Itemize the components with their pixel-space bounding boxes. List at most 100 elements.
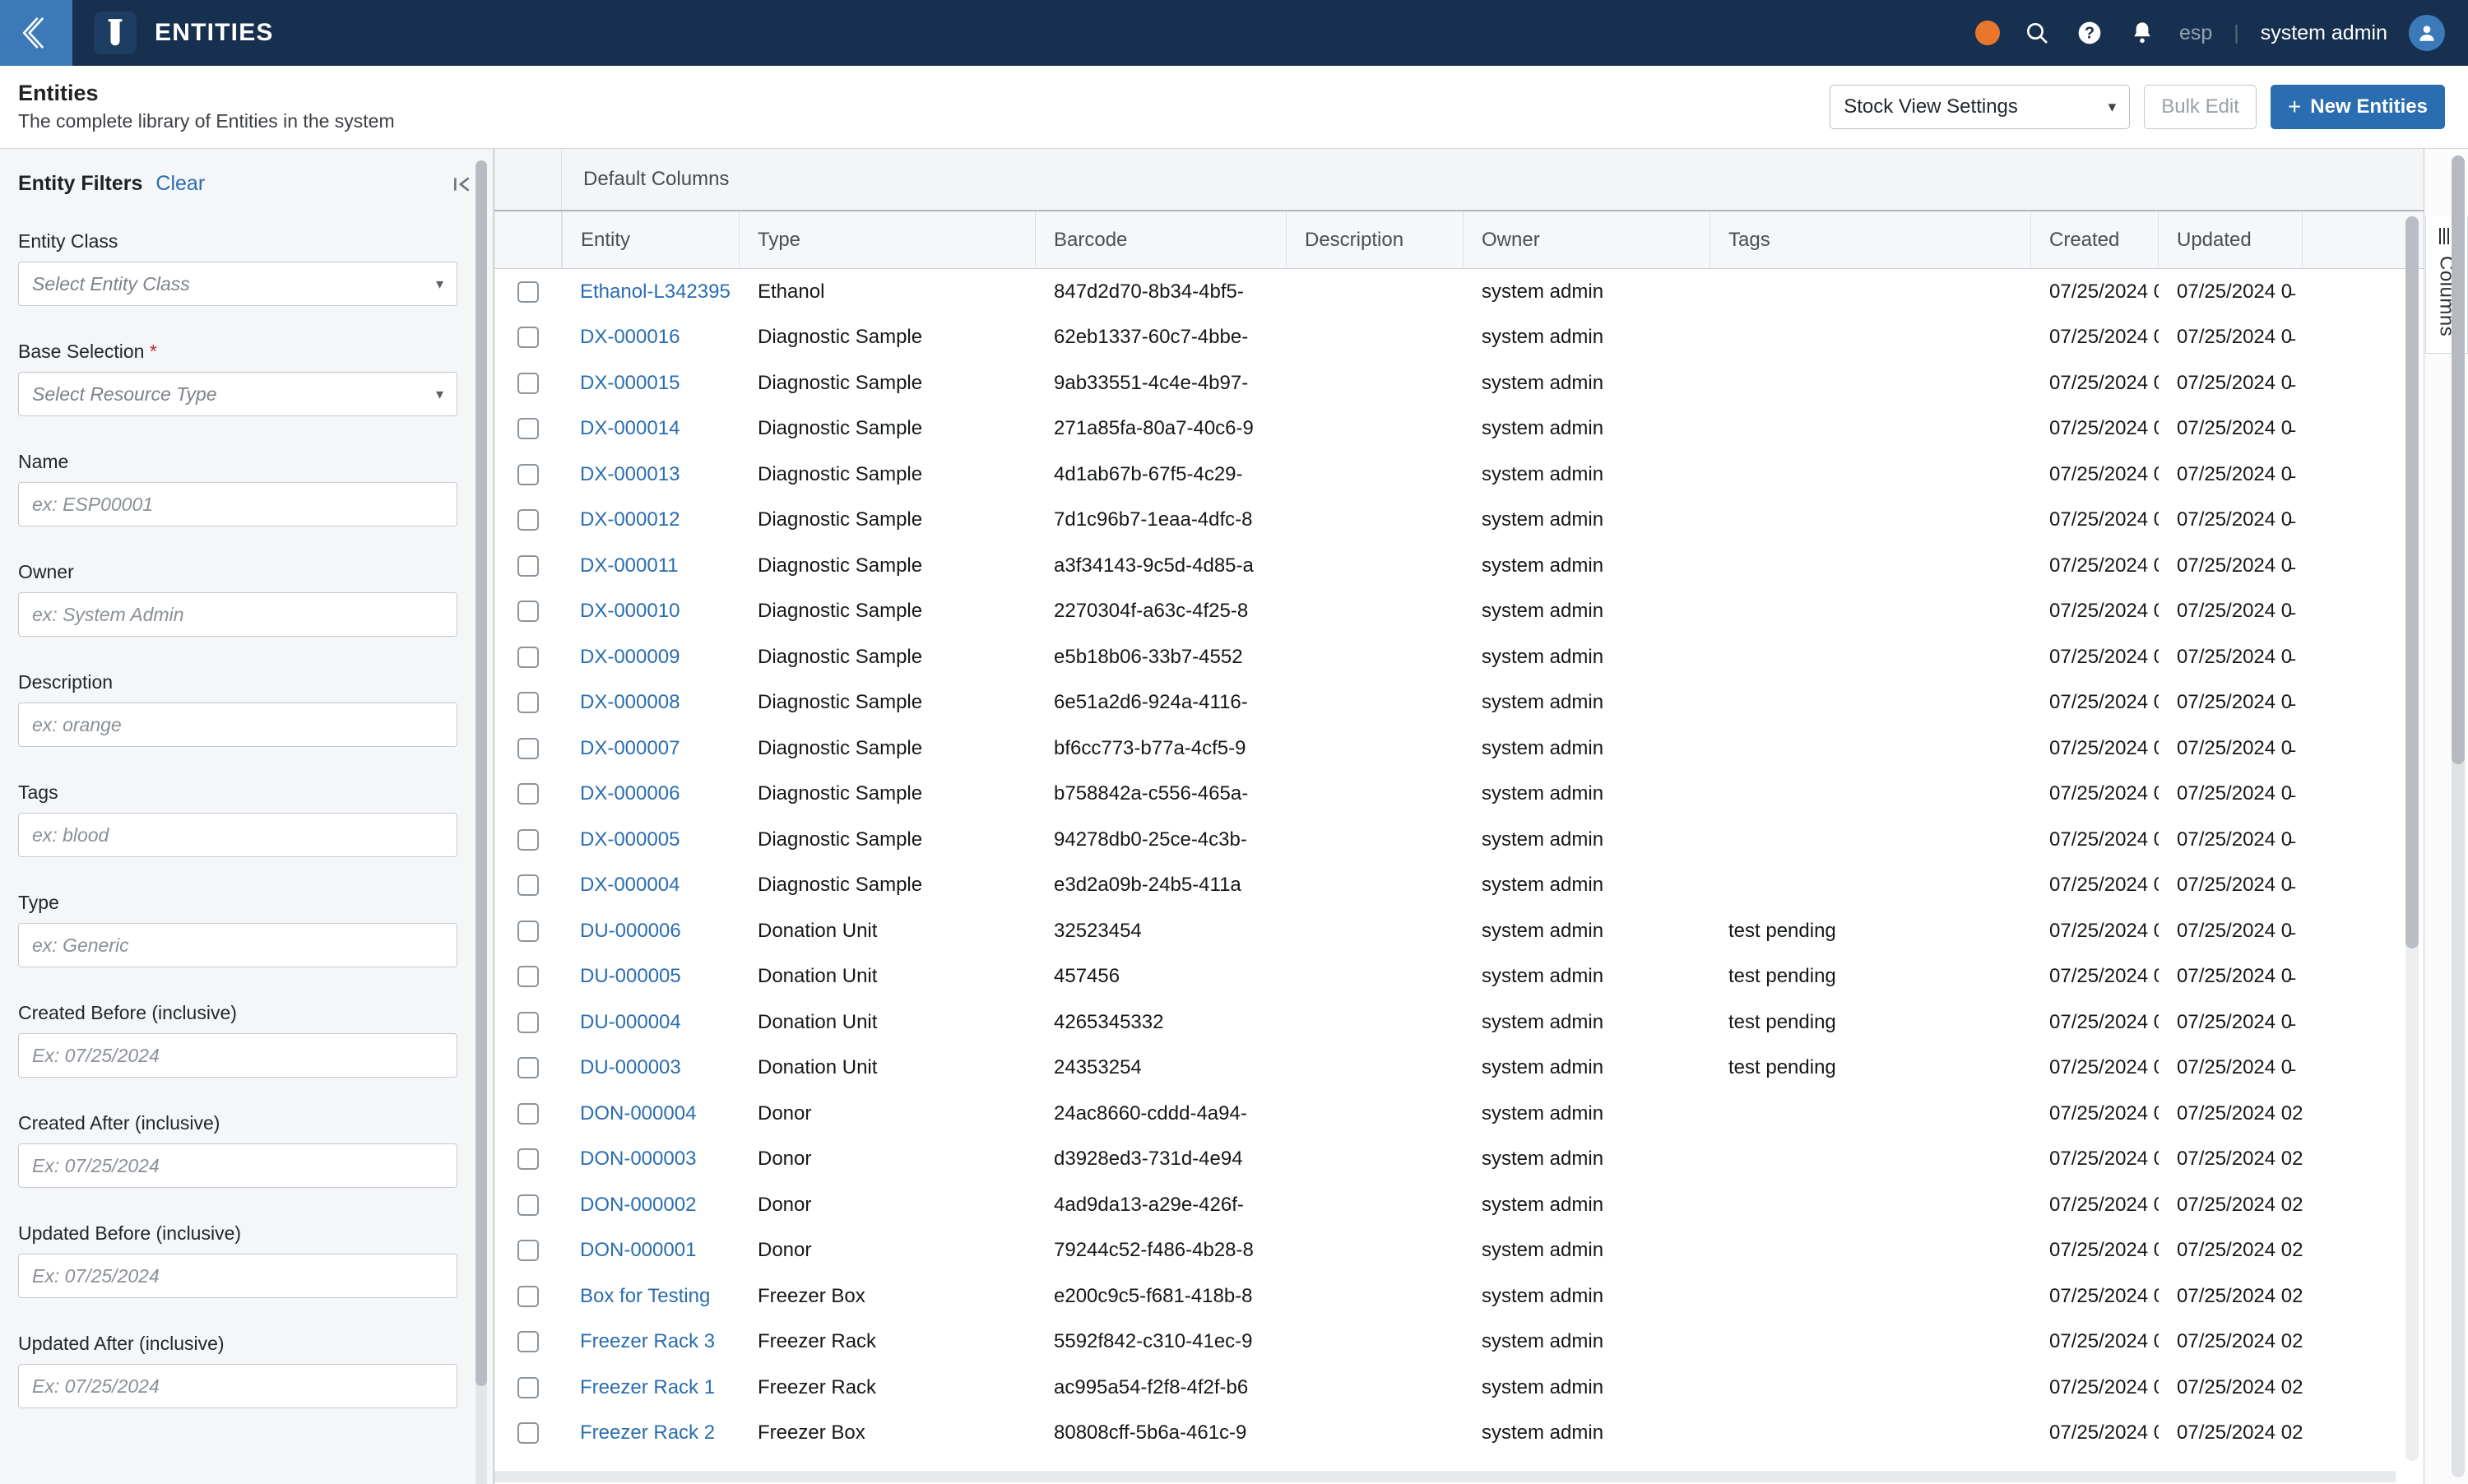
row-select-checkbox-cell[interactable] [494, 1102, 562, 1125]
column-header-entity[interactable]: Entity [562, 211, 740, 269]
row-select-checkbox[interactable] [517, 692, 539, 714]
row-select-checkbox[interactable] [517, 783, 539, 805]
row-select-checkbox[interactable] [517, 874, 539, 897]
language-indicator[interactable]: esp [2179, 21, 2212, 45]
row-select-checkbox-cell[interactable] [494, 874, 562, 897]
entity-link[interactable]: DON-000003 [562, 1137, 740, 1183]
row-select-checkbox-cell[interactable] [494, 554, 562, 577]
entity-link[interactable]: DU-000003 [562, 1046, 740, 1092]
row-select-checkbox[interactable] [517, 463, 539, 485]
table-row[interactable]: DU-000006 Donation Unit 32523454 system adm… [494, 908, 2424, 954]
filter-input[interactable]: Ex: 07/25/2024 [18, 1033, 457, 1078]
table-row[interactable]: Freezer Rack 2 Freezer Box 80808cff-5b6a-4… [494, 1410, 2424, 1457]
table-row[interactable]: DON-000001 Donor 79244c52-f486-4b28-8 syste… [494, 1227, 2424, 1274]
table-horizontal-scrollbar[interactable] [494, 1471, 2396, 1482]
row-select-checkbox[interactable] [517, 372, 539, 394]
row-select-checkbox[interactable] [517, 1011, 539, 1033]
row-select-checkbox-cell[interactable] [494, 1331, 562, 1353]
entity-link[interactable]: Ethanol-L342395 [562, 269, 740, 315]
row-select-checkbox-cell[interactable] [494, 1422, 562, 1445]
column-header-tags[interactable]: Tags [1710, 211, 2031, 269]
filter-input[interactable]: ex: ESP00001 [18, 482, 457, 526]
row-select-checkbox[interactable] [517, 327, 539, 349]
table-row[interactable]: DU-000003 Donation Unit 24353254 system adm… [494, 1045, 2424, 1092]
table-row[interactable]: DON-000004 Donor 24ac8660-cddd-4a94- system… [494, 1091, 2424, 1137]
filter-input[interactable]: ex: System Admin [18, 592, 457, 637]
row-select-checkbox[interactable] [517, 1240, 539, 1262]
table-row[interactable]: DX-000016 Diagnostic Sample 62eb1337-60c7-… [494, 314, 2424, 360]
entity-link[interactable]: DX-000009 [562, 634, 740, 680]
column-header-type[interactable]: Type [740, 211, 1036, 269]
row-select-checkbox[interactable] [517, 1285, 539, 1307]
entity-link[interactable]: DON-000001 [562, 1228, 740, 1274]
table-row[interactable]: DU-000005 Donation Unit 457456 system admin… [494, 953, 2424, 999]
entity-link[interactable]: Freezer Rack 2 [562, 1411, 740, 1457]
row-select-checkbox[interactable] [517, 601, 539, 623]
entity-link[interactable]: DON-000004 [562, 1091, 740, 1137]
table-row[interactable]: DX-000012 Diagnostic Sample 7d1c96b7-1eaa-… [494, 497, 2424, 544]
table-row[interactable]: DX-000004 Diagnostic Sample e3d2a09b-24b5-… [494, 862, 2424, 908]
back-button[interactable] [0, 0, 72, 66]
row-select-checkbox-cell[interactable] [494, 601, 562, 623]
table-row[interactable]: Ethanol-L342395 Ethanol 847d2d70-8b34-4bf5… [494, 269, 2424, 315]
entity-link[interactable]: DX-000008 [562, 680, 740, 726]
row-select-checkbox-cell[interactable] [494, 920, 562, 942]
row-select-checkbox-cell[interactable] [494, 692, 562, 714]
avatar[interactable] [2409, 15, 2445, 51]
bulk-edit-button[interactable]: Bulk Edit [2144, 85, 2257, 129]
table-vertical-scrollbar-thumb[interactable] [2405, 216, 2419, 948]
table-row[interactable]: DX-000011 Diagnostic Sample a3f34143-9c5d-… [494, 543, 2424, 589]
table-row[interactable]: DX-000010 Diagnostic Sample 2270304f-a63c-… [494, 588, 2424, 635]
entity-link[interactable]: DX-000007 [562, 726, 740, 772]
filter-input[interactable]: ex: orange [18, 703, 457, 747]
table-row[interactable]: DX-000015 Diagnostic Sample 9ab33551-4c4e-… [494, 360, 2424, 406]
table-row[interactable]: Freezer Rack 1 Freezer Rack ac995a54-f2f8-… [494, 1365, 2424, 1411]
table-row[interactable]: Freezer Rack 3 Freezer Rack 5592f842-c310-… [494, 1319, 2424, 1365]
row-select-checkbox-cell[interactable] [494, 509, 562, 531]
entity-link[interactable]: DON-000002 [562, 1182, 740, 1228]
entity-link[interactable]: DX-000012 [562, 498, 740, 544]
entity-link[interactable]: DX-000014 [562, 406, 740, 452]
table-row[interactable]: DU-000004 Donation Unit 4265345332 system a… [494, 999, 2424, 1046]
row-select-checkbox[interactable] [517, 281, 539, 303]
view-settings-select[interactable]: Stock View Settings ▾ [1830, 85, 2131, 129]
table-row[interactable]: DX-000009 Diagnostic Sample e5b18b06-33b7-… [494, 634, 2424, 680]
row-select-checkbox[interactable] [517, 1194, 539, 1216]
entity-link[interactable]: DX-000005 [562, 817, 740, 863]
filter-input[interactable]: Ex: 07/25/2024 [18, 1143, 457, 1188]
filter-input[interactable]: ex: blood [18, 813, 457, 857]
column-header-updated[interactable]: Updated [2159, 211, 2303, 269]
collapse-sidebar-button[interactable] [452, 174, 473, 195]
row-select-checkbox[interactable] [517, 1057, 539, 1079]
select-all-checkbox-cell[interactable] [494, 211, 562, 268]
column-header-created[interactable]: Created [2031, 211, 2159, 269]
status-indicator-dot[interactable] [1974, 21, 2000, 45]
username-label[interactable]: system admin [2261, 21, 2387, 45]
entity-link[interactable]: DX-000013 [562, 452, 740, 498]
table-row[interactable]: DX-000014 Diagnostic Sample 271a85fa-80a7-… [494, 406, 2424, 452]
columns-panel-tab[interactable]: Columns [2424, 149, 2468, 1484]
filter-select[interactable]: Select Resource Type ▾ [18, 372, 457, 416]
help-button[interactable]: ? [2074, 17, 2105, 49]
row-select-checkbox[interactable] [517, 646, 539, 668]
page-vertical-scrollbar[interactable] [2452, 155, 2465, 1477]
row-select-checkbox-cell[interactable] [494, 327, 562, 349]
entity-link[interactable]: Freezer Rack 1 [562, 1365, 740, 1411]
row-select-checkbox[interactable] [517, 737, 539, 759]
row-select-checkbox[interactable] [517, 966, 539, 988]
search-button[interactable] [2021, 17, 2053, 49]
row-select-checkbox[interactable] [517, 1376, 539, 1398]
table-row[interactable]: DON-000002 Donor 4ad9da13-a29e-426f-system… [494, 1182, 2424, 1228]
entity-link[interactable]: DX-000010 [562, 589, 740, 635]
row-select-checkbox-cell[interactable] [494, 966, 562, 988]
filter-input[interactable]: Ex: 07/25/2024 [18, 1364, 457, 1408]
column-header-description[interactable]: Description [1287, 211, 1464, 269]
entity-link[interactable]: DX-000011 [562, 543, 740, 589]
row-select-checkbox-cell[interactable] [494, 418, 562, 440]
row-select-checkbox-cell[interactable] [494, 646, 562, 668]
filter-select[interactable]: Select Entity Class ▾ [18, 262, 457, 306]
row-select-checkbox-cell[interactable] [494, 828, 562, 851]
entity-link[interactable]: Box for Testing [562, 1273, 740, 1319]
row-select-checkbox-cell[interactable] [494, 783, 562, 805]
row-select-checkbox-cell[interactable] [494, 1240, 562, 1262]
